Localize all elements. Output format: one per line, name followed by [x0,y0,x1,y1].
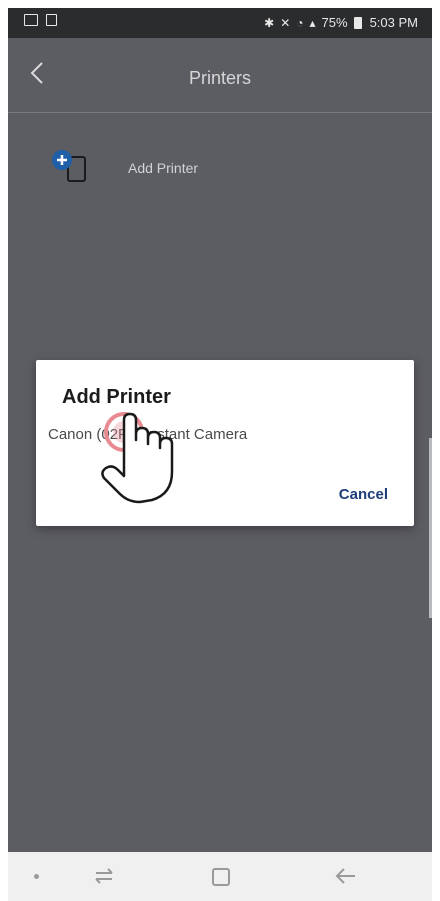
printer-option[interactable]: Canon (02F5) Instant Camera [48,426,247,443]
mute-icon: ✕ [280,15,291,30]
wifi-icon: ◔ [296,15,304,30]
add-printer-icon [52,150,86,182]
add-printer-label: Add Printer [128,160,199,176]
status-bar: ✱ ✕ ◔ ▴ 75% 5:03 PM [8,8,432,38]
recent-apps-icon[interactable] [92,866,116,886]
page-title: Printers [188,68,251,88]
scrollbar[interactable] [429,438,432,618]
screenshot-icon [46,14,57,26]
bluetooth-icon: ✱ [264,15,275,30]
status-left-icons [24,14,57,26]
add-printer-row[interactable]: Add Printer [50,148,350,188]
gallery-icon [24,14,38,26]
home-icon[interactable] [212,868,230,886]
cancel-button[interactable]: Cancel [339,486,388,503]
signal-icon: ▴ [309,15,316,30]
system-nav-bar [8,852,432,901]
battery-icon [353,16,362,29]
status-right-icons: ✱ ✕ ◔ ▴ 75% 5:03 PM [264,15,418,30]
status-time: 5:03 PM [369,15,418,30]
battery-percent: 75% [321,15,348,30]
dialog-title: Add Printer [62,386,171,408]
dot-icon[interactable] [34,874,39,879]
app-bar: Printers [8,38,432,113]
add-printer-dialog: Add Printer Canon (02F5) Instant Camera … [36,360,414,526]
back-arrow-icon[interactable] [334,866,358,886]
phone-screen: ✱ ✕ ◔ ▴ 75% 5:03 PM Printers Add Printer… [8,8,432,860]
